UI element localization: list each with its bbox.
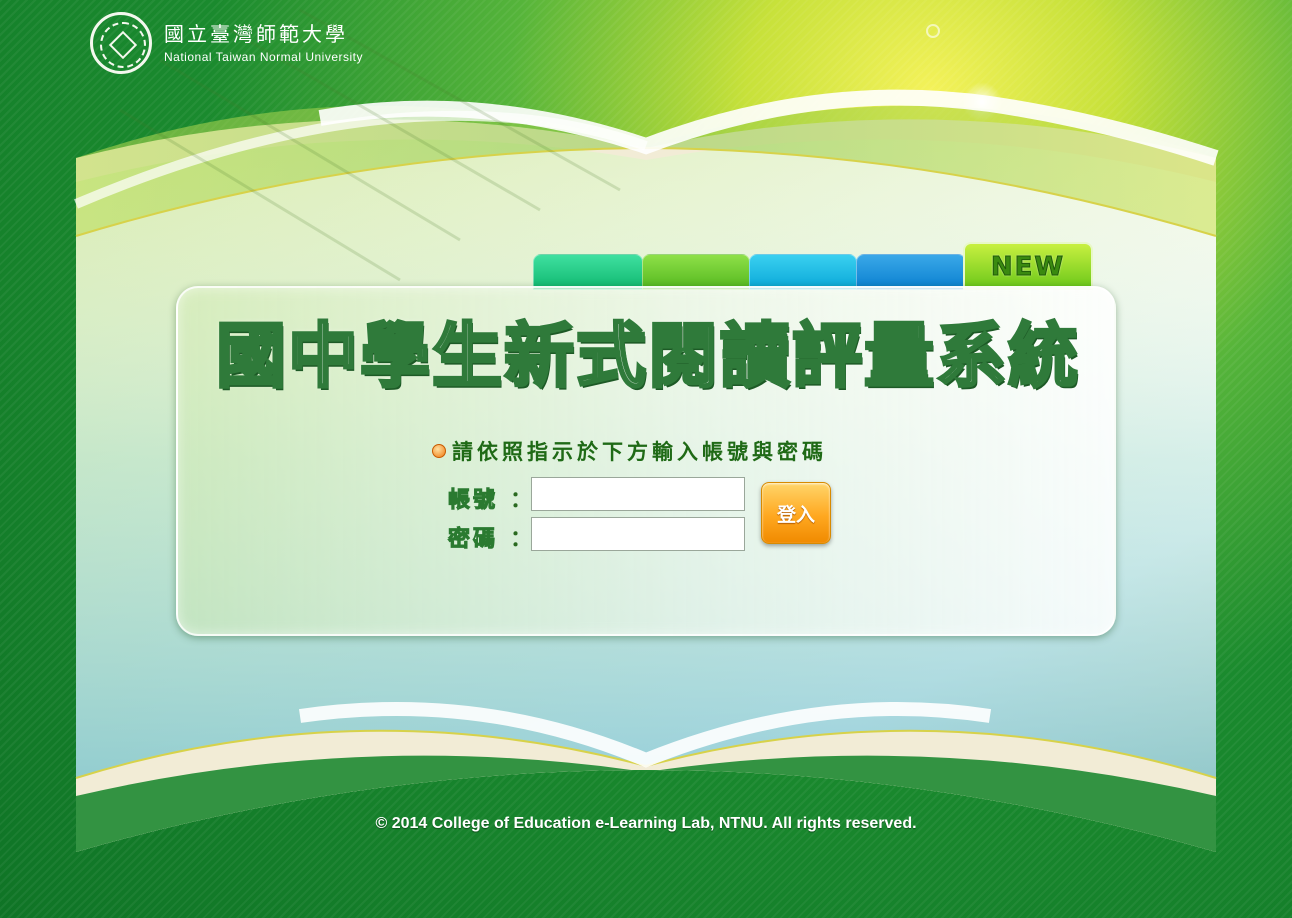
- tab-green[interactable]: [642, 254, 750, 290]
- tab-new[interactable]: NEW: [963, 242, 1093, 290]
- login-panel: 國中學生新式閱讀評量系統 請依照指示於下方輸入帳號與密碼 帳號 ： 密碼 ： 登…: [176, 286, 1116, 636]
- account-colon: ：: [510, 488, 533, 513]
- password-label: 密碼: [447, 527, 499, 553]
- orange-bullet-icon: [432, 444, 446, 458]
- login-instruction: 請依照指示於下方輸入帳號與密碼: [432, 436, 827, 466]
- university-logo[interactable]: 國立臺灣師範大學 National Taiwan Normal Universi…: [90, 12, 363, 74]
- university-name-cn: 國立臺灣師範大學: [164, 22, 348, 46]
- page-title: 國中學生新式閱讀評量系統: [215, 314, 1080, 399]
- tab-blue[interactable]: [856, 254, 966, 290]
- tab-cyan[interactable]: [749, 254, 857, 290]
- footer-copyright: © 2014 College of Education e-Learning L…: [375, 815, 917, 832]
- login-button-label: 登入: [776, 503, 815, 526]
- instruction-text: 請依照指示於下方輸入帳號與密碼: [452, 440, 827, 464]
- logo-text: 國立臺灣師範大學 National Taiwan Normal Universi…: [164, 22, 363, 64]
- login-page: 國立臺灣師範大學 National Taiwan Normal Universi…: [0, 0, 1292, 918]
- password-colon: ：: [510, 527, 533, 552]
- password-input[interactable]: [531, 517, 745, 551]
- login-button[interactable]: 登入: [761, 482, 831, 544]
- university-seal-icon: [90, 12, 152, 74]
- account-input[interactable]: [531, 477, 745, 511]
- university-name-en: National Taiwan Normal University: [164, 50, 364, 64]
- tab-teal[interactable]: [533, 254, 643, 290]
- account-label: 帳號: [447, 488, 499, 514]
- tab-new-label: NEW: [990, 252, 1066, 283]
